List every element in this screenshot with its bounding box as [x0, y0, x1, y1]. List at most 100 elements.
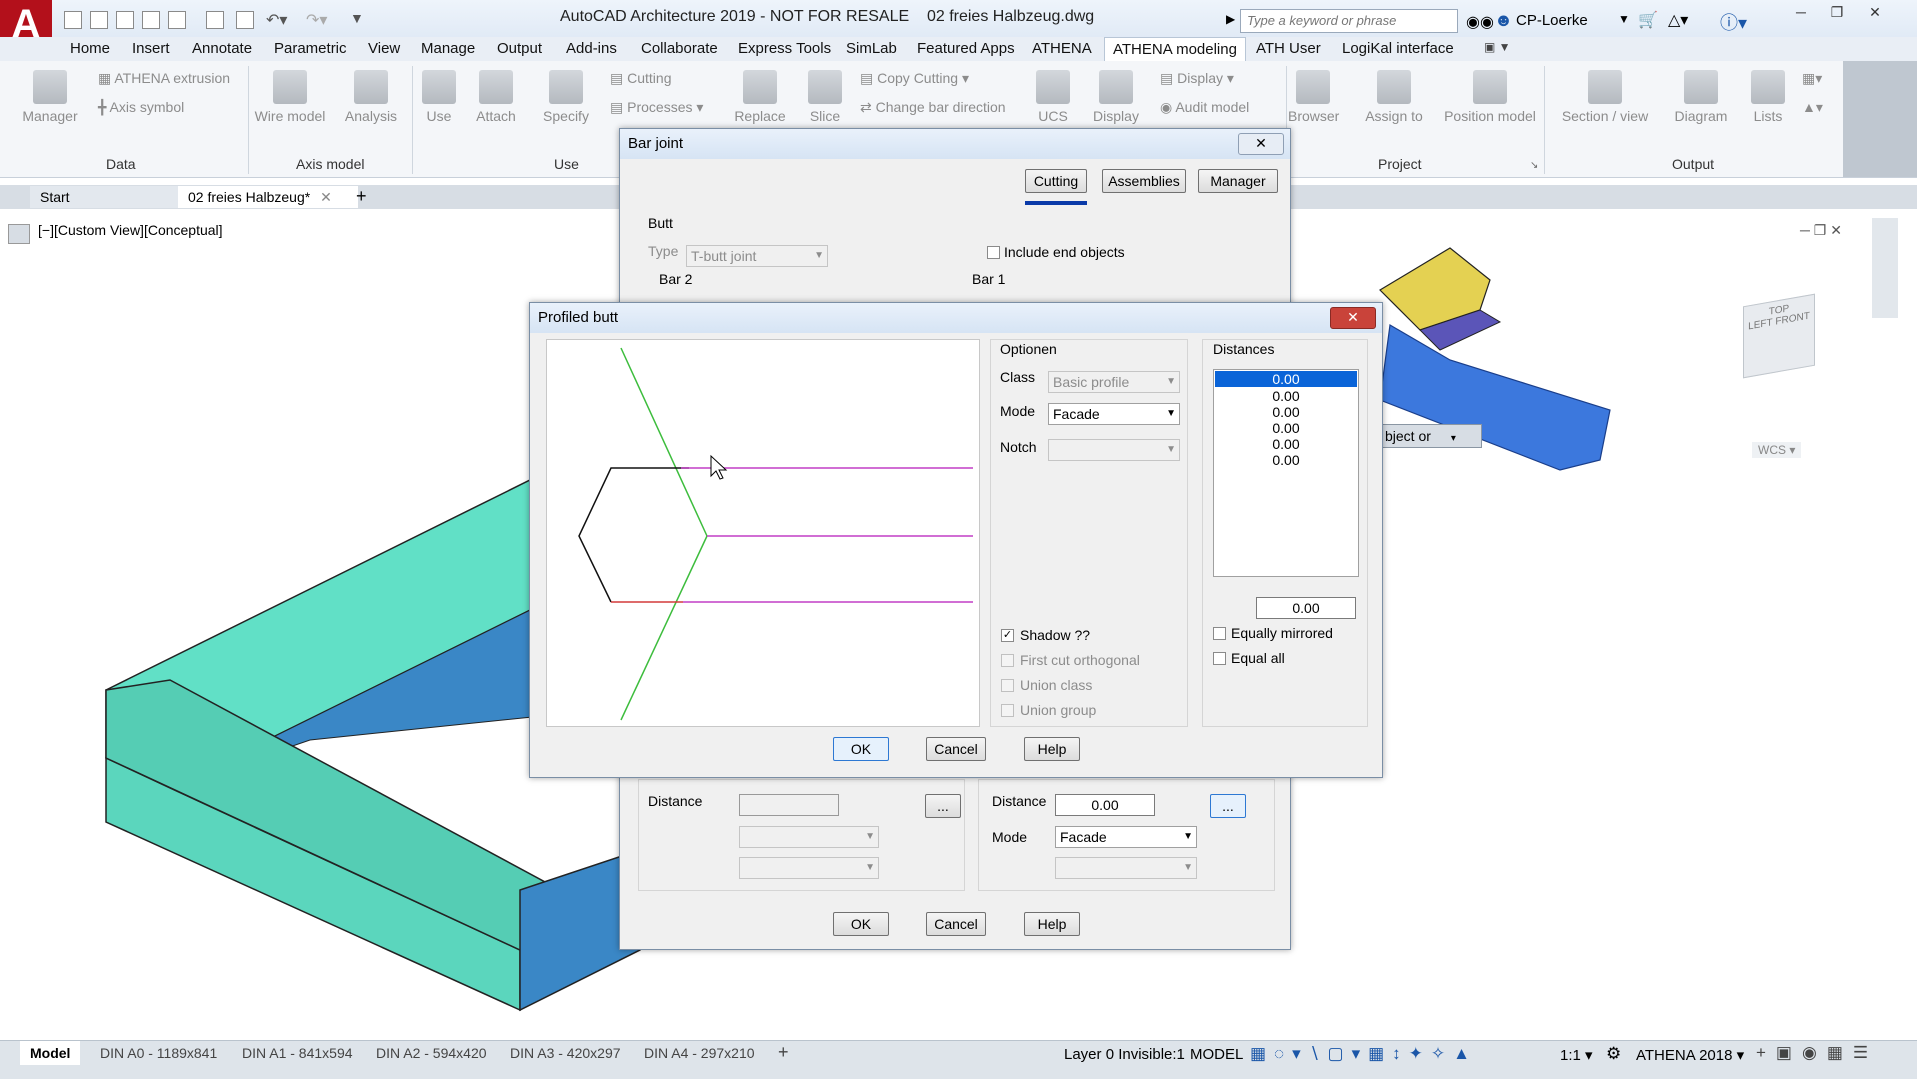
replace-button[interactable]: Replace [730, 70, 790, 124]
bar2-select-1[interactable]: ▼ [739, 826, 879, 848]
viewport-menu-icon[interactable] [8, 224, 30, 244]
bar-joint-help-button[interactable]: Help [1024, 912, 1080, 936]
open-file-icon[interactable] [90, 11, 108, 29]
model-space-toggle[interactable]: MODEL [1190, 1046, 1243, 1063]
save-as-icon[interactable] [142, 11, 160, 29]
ucs-button[interactable]: UCS [1030, 70, 1076, 124]
tab-collaborate[interactable]: Collaborate [641, 40, 718, 57]
tab-manager[interactable]: Manager [1198, 169, 1278, 193]
bar-joint-close-button[interactable]: ✕ [1238, 133, 1284, 155]
manager-button[interactable]: Manager [18, 70, 82, 124]
profiled-butt-close-button[interactable]: ✕ [1330, 307, 1376, 329]
annotation-scale[interactable]: 1:1 ▾ [1560, 1046, 1593, 1064]
exchange-icon[interactable]: △▾ [1668, 10, 1688, 30]
copy-cutting-button[interactable]: ▤ Copy Cutting ▾ [860, 70, 969, 87]
position-model-button[interactable]: Position model [1440, 70, 1540, 124]
tab-active-document[interactable]: 02 freies Halbzeug* ✕ [178, 186, 358, 208]
redo-icon[interactable]: ↷▾ [306, 10, 327, 30]
specify-button[interactable]: Specify [536, 70, 596, 124]
undo-icon[interactable]: ↶▾ [266, 10, 287, 30]
workspace-switch[interactable]: ATHENA 2018 ▾ [1636, 1046, 1744, 1064]
tab-assemblies[interactable]: Assemblies [1102, 169, 1186, 193]
tooltip-dropdown-icon[interactable]: ▾ [1451, 433, 1456, 444]
display-button[interactable]: Display [1086, 70, 1146, 124]
bar2-ellipsis-button[interactable]: ... [925, 794, 961, 818]
layout-tab-din-a4[interactable]: DIN A4 - 297x210 [644, 1045, 755, 1061]
profiled-butt-cancel-button[interactable]: Cancel [926, 737, 986, 761]
equal-all-checkbox[interactable] [1213, 652, 1226, 665]
distances-list[interactable]: 0.00 0.00 0.00 0.00 0.00 0.00 [1213, 369, 1359, 577]
tab-express-tools[interactable]: Express Tools [738, 40, 831, 57]
lists-button[interactable]: Lists [1746, 70, 1790, 124]
distances-list-item[interactable]: 0.00 [1215, 371, 1357, 387]
tab-annotate[interactable]: Annotate [192, 40, 252, 57]
tab-add-ins[interactable]: Add-ins [566, 40, 617, 57]
search-expand-icon[interactable]: ▶ [1226, 12, 1235, 26]
cart-icon[interactable]: 🛒 [1638, 10, 1658, 30]
athena-extrusion-button[interactable]: ▦ ATHENA extrusion [98, 70, 230, 87]
project-launcher-icon[interactable]: ↘ [1530, 160, 1538, 171]
tab-cutting[interactable]: Cutting [1025, 169, 1087, 193]
save-icon[interactable] [116, 11, 134, 29]
new-file-icon[interactable] [64, 11, 82, 29]
tab-parametric[interactable]: Parametric [274, 40, 347, 57]
layout-tab-din-a0[interactable]: DIN A0 - 1189x841 [100, 1045, 217, 1061]
profiled-butt-help-button[interactable]: Help [1024, 737, 1080, 761]
wire-model-button[interactable]: Wire model [252, 70, 328, 124]
bar-joint-cancel-button[interactable]: Cancel [926, 912, 986, 936]
layout-tab-din-a2[interactable]: DIN A2 - 594x420 [376, 1045, 487, 1061]
minimize-window-icon[interactable]: ─ [1784, 4, 1818, 22]
union-class-checkbox[interactable] [1001, 679, 1014, 692]
tab-simlab[interactable]: SimLab [846, 40, 897, 57]
layout-tab-din-a3[interactable]: DIN A3 - 420x297 [510, 1045, 621, 1061]
cutting-button[interactable]: ▤ Cutting [610, 70, 671, 87]
equally-mirrored-checkbox[interactable] [1213, 627, 1226, 640]
union-group-checkbox[interactable] [1001, 704, 1014, 717]
attach-button[interactable]: Attach [466, 70, 526, 124]
tab-ath-user[interactable]: ATH User [1256, 40, 1321, 57]
distances-list-item[interactable]: 0.00 [1214, 388, 1358, 404]
viewport-controls-icon[interactable]: ─ ❐ ✕ [1800, 222, 1842, 239]
restore-window-icon[interactable]: ❐ [1820, 4, 1854, 22]
add-layout-icon[interactable]: + [778, 1042, 789, 1063]
layer-status[interactable]: Layer 0 Invisible:1 [1064, 1046, 1185, 1063]
display-dropdown[interactable]: ▤ Display ▾ [1160, 70, 1234, 87]
bar2-distance-field[interactable] [739, 794, 839, 816]
ribbon-minimize-icon[interactable]: ▣ ▼ [1484, 40, 1511, 54]
tab-manage[interactable]: Manage [421, 40, 475, 57]
tab-start[interactable]: Start [30, 186, 190, 208]
axis-symbol-button[interactable]: ╋ Axis symbol [98, 99, 184, 116]
analysis-button[interactable]: Analysis [338, 70, 404, 124]
use-button[interactable]: Use [416, 70, 462, 124]
publish-icon[interactable] [168, 11, 186, 29]
tab-logikal-interface[interactable]: LogiKal interface [1342, 40, 1454, 57]
distances-list-item[interactable]: 0.00 [1214, 436, 1358, 452]
close-window-icon[interactable]: ✕ [1858, 4, 1892, 22]
slice-button[interactable]: Slice [800, 70, 850, 124]
class-select[interactable]: Basic profile ▼ [1048, 371, 1180, 393]
tab-athena-modeling[interactable]: ATHENA modeling [1104, 37, 1246, 62]
tab-athena[interactable]: ATHENA [1032, 40, 1092, 57]
notch-select[interactable]: ▼ [1048, 439, 1180, 461]
distances-list-item[interactable]: 0.00 [1214, 404, 1358, 420]
shadow-checkbox[interactable]: ✓ [1001, 629, 1014, 642]
output-extra2-icon[interactable]: ▲▾ [1802, 99, 1823, 116]
new-tab-icon[interactable]: + [356, 186, 367, 207]
distances-list-item[interactable]: 0.00 [1214, 420, 1358, 436]
gear-icon[interactable]: ⚙ [1606, 1044, 1621, 1064]
tab-view[interactable]: View [368, 40, 400, 57]
user-name[interactable]: CP-Loerke [1516, 12, 1588, 29]
change-bar-direction-button[interactable]: ⇄ Change bar direction [860, 99, 1006, 116]
bar2-select-2[interactable]: ▼ [739, 857, 879, 879]
bar1-mode-select[interactable]: Facade ▼ [1055, 826, 1197, 848]
type-select[interactable]: T-butt joint ▼ [686, 245, 828, 267]
diagram-button[interactable]: Diagram [1668, 70, 1734, 124]
viewport-label[interactable]: [−][Custom View][Conceptual] [38, 222, 223, 238]
audit-model-button[interactable]: ◉ Audit model [1160, 99, 1249, 116]
bar1-select-2[interactable]: ▼ [1055, 857, 1197, 879]
tab-home[interactable]: Home [70, 40, 110, 57]
section-view-button[interactable]: Section / view [1550, 70, 1660, 124]
bar1-ellipsis-button[interactable]: ... [1210, 794, 1246, 818]
processes-button[interactable]: ▤ Processes ▾ [610, 99, 703, 116]
first-cut-orthogonal-checkbox[interactable] [1001, 654, 1014, 667]
